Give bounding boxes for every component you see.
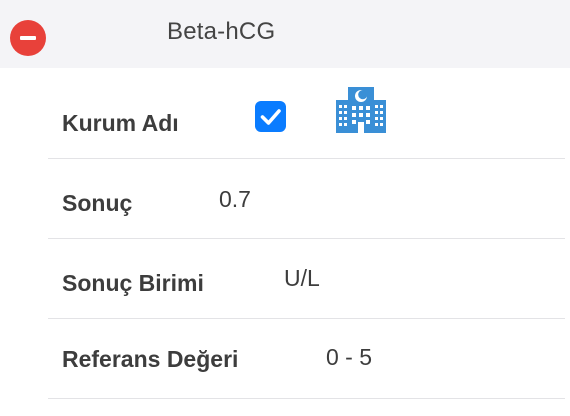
unit-label: Sonuç Birimi (62, 270, 204, 296)
result-value: 0.7 (219, 186, 251, 212)
reference-row: Referans Değeri 0 - 5 (48, 318, 565, 399)
reference-value: 0 - 5 (326, 344, 373, 370)
remove-test-button[interactable] (10, 20, 46, 56)
unit-value: U/L (284, 265, 320, 291)
result-label: Sonuç (62, 190, 133, 216)
unit-row: Sonuç Birimi U/L (48, 238, 565, 319)
hospital-icon (336, 87, 386, 133)
institution-row: Kurum Adı (48, 78, 565, 159)
institution-checkbox[interactable] (255, 101, 286, 132)
result-row: Sonuç 0.7 (48, 158, 565, 239)
test-header: Beta-hCG (0, 0, 570, 68)
minus-icon (20, 36, 36, 40)
reference-label: Referans Değeri (62, 346, 239, 372)
institution-label: Kurum Adı (62, 110, 179, 136)
test-title: Beta-hCG (167, 18, 276, 45)
checkmark-icon (260, 109, 281, 125)
